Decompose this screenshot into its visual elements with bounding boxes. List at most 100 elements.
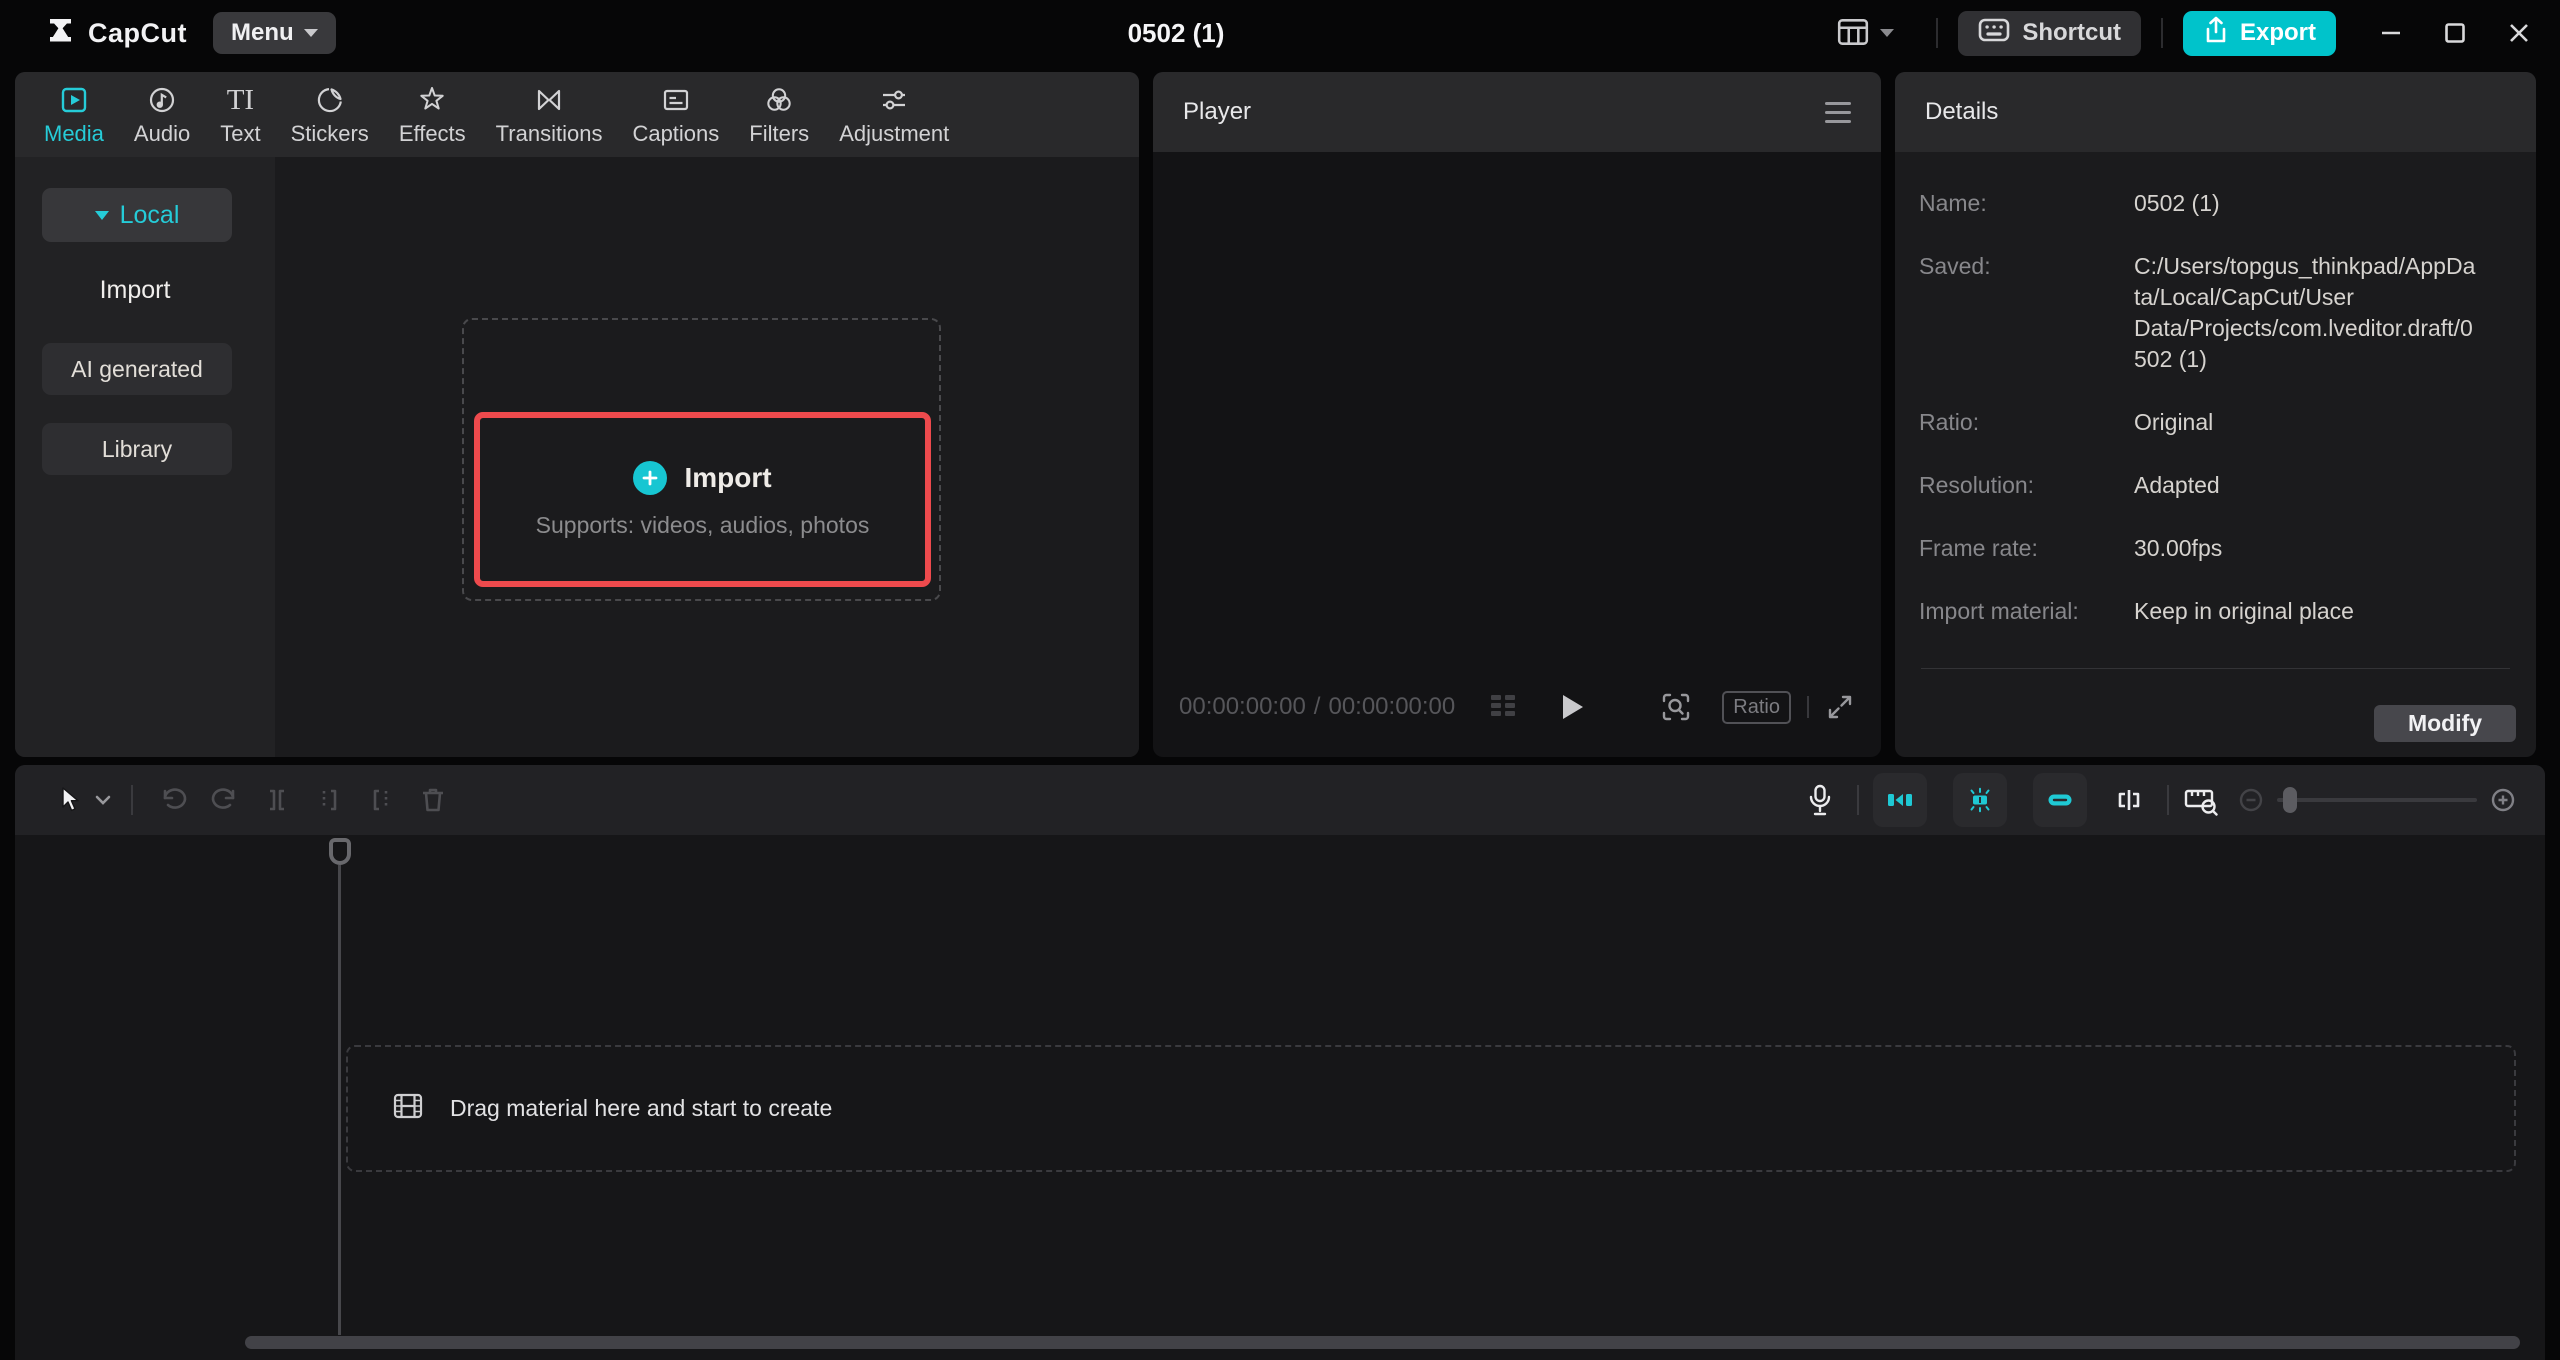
media-panel: Media Audio TI Text Stickers Effects Tra… [15,72,1139,757]
export-button[interactable]: Export [2182,10,2336,56]
detail-value: Original [2134,409,2214,435]
timeline-tracks: Drag material here and start to create [15,835,2545,1360]
tab-filters-label: Filters [749,121,810,146]
frame-grid-button[interactable] [1487,692,1519,723]
playhead-handle[interactable] [329,838,351,865]
playhead-line [338,865,341,1335]
detail-value: 0502 (1) [2134,190,2220,216]
tab-captions-label: Captions [632,121,720,146]
details-title: Details [1925,98,1999,125]
timeline-empty-hint: Drag material here and start to create [450,1095,833,1121]
tab-captions[interactable]: Captions [617,82,734,149]
star-icon [417,84,447,116]
capcut-logo: CapCut [46,16,187,51]
detail-value: 30.00fps [2134,535,2223,561]
sidebar-item-library[interactable]: Library [42,423,232,475]
media-content: Import Supports: videos, audios, photos [275,157,1139,757]
import-annotation-highlight: Import Supports: videos, audios, photos [474,412,931,587]
detail-row-name: Name: 0502 (1) [1919,188,2510,219]
player-menu-button[interactable] [1825,101,1851,123]
tab-adjustment[interactable]: Adjustment [824,82,964,149]
timeline-zoom-slider[interactable] [2277,787,2477,813]
sidebar-item-local-label: Local [119,200,180,229]
delete-right-button[interactable] [355,774,407,826]
play-button[interactable] [1559,693,1585,721]
text-icon: TI [226,84,255,116]
tab-text-label: Text [220,121,261,146]
app-name: CapCut [88,17,187,48]
chevron-down-icon [1880,29,1895,37]
tab-effects[interactable]: Effects [384,82,481,149]
tab-transitions-label: Transitions [495,121,603,146]
tab-stickers[interactable]: Stickers [276,82,384,149]
redo-button[interactable] [199,774,251,826]
delete-left-button[interactable] [303,774,355,826]
fullscreen-button[interactable] [1825,692,1855,722]
tab-adjustment-label: Adjustment [839,121,950,146]
tab-filters[interactable]: Filters [734,82,824,149]
ratio-button[interactable]: Ratio [1722,690,1791,724]
import-drop-zone[interactable]: Import Supports: videos, audios, photos [462,318,941,601]
minimize-button[interactable] [2372,14,2410,52]
divider [1807,696,1809,718]
select-tool-button[interactable] [49,774,89,826]
tab-text[interactable]: TI Text [205,82,275,149]
timecode: 00:00:00:00 / 00:00:00:00 [1179,693,1455,721]
audio-icon [147,84,177,116]
sidebar-item-ai-generated-label: AI generated [71,355,203,382]
zoom-in-button[interactable] [2489,786,2517,814]
select-tool-dropdown[interactable] [89,774,117,826]
captions-icon [661,84,691,116]
tab-audio[interactable]: Audio [119,82,205,149]
mirror-split-button[interactable] [2113,785,2145,815]
menu-button[interactable]: Menu [213,12,336,54]
preview-axis-toggle[interactable] [1953,773,2007,827]
detail-label: Name: [1919,190,1987,216]
undo-button[interactable] [147,774,199,826]
sidebar-item-ai-generated[interactable]: AI generated [42,343,232,395]
zoom-slider-handle[interactable] [2283,787,2297,813]
details-body: Name: 0502 (1) Saved: C:/Users/topgus_th… [1895,152,2536,627]
timeline-drop-zone[interactable]: Drag material here and start to create [346,1045,2516,1172]
film-icon [392,1092,424,1125]
shortcut-button-label: Shortcut [2022,19,2121,46]
tab-transitions[interactable]: Transitions [481,82,618,149]
sidebar-item-local[interactable]: Local [42,188,232,242]
capcut-logo-icon [46,16,78,51]
project-title: 0502 (1) [1127,17,1225,48]
keyboard-icon [1978,17,2010,50]
ratio-button-label: Ratio [1733,695,1780,718]
divider [1857,785,1859,815]
total-time: 00:00:00:00 [1328,693,1456,720]
filters-icon [764,84,794,116]
link-clips-toggle[interactable] [2033,773,2087,827]
close-button[interactable] [2500,14,2538,52]
sidebar-item-import[interactable]: Import [75,276,195,305]
time-separator: / [1313,693,1321,720]
tab-effects-label: Effects [398,121,466,146]
sidebar-item-library-label: Library [101,435,173,462]
zoom-slider-track[interactable] [2277,798,2477,802]
current-time: 00:00:00:00 [1179,693,1306,720]
preview-quality-button[interactable] [1660,691,1692,723]
split-button[interactable] [251,774,303,826]
detail-label: Ratio: [1919,409,1980,435]
media-sidebar: Local Import AI generated Library [15,157,275,757]
tab-media[interactable]: Media [29,82,119,149]
horizontal-scrollbar[interactable] [245,1336,2520,1349]
record-voiceover-button[interactable] [1805,783,1835,817]
detail-label: Resolution: [1919,472,2035,498]
maximize-button[interactable] [2436,14,2474,52]
delete-button[interactable] [407,774,459,826]
timeline-scale-button[interactable] [2183,784,2219,816]
auto-snap-toggle[interactable] [1873,773,1927,827]
layout-button[interactable] [1836,17,1895,50]
capcut-window: CapCut Menu 0502 (1) Shortcut Export Med… [0,0,2560,1360]
player-header: Player [1153,72,1881,152]
shortcut-button[interactable]: Shortcut [1958,10,2141,56]
zoom-out-button[interactable] [2237,786,2265,814]
divider [1936,18,1939,48]
detail-row-ratio: Ratio: Original [1919,407,2510,438]
modify-button[interactable]: Modify [2374,705,2516,742]
detail-row-saved: Saved: C:/Users/topgus_thinkpad/AppData/… [1919,251,2510,375]
